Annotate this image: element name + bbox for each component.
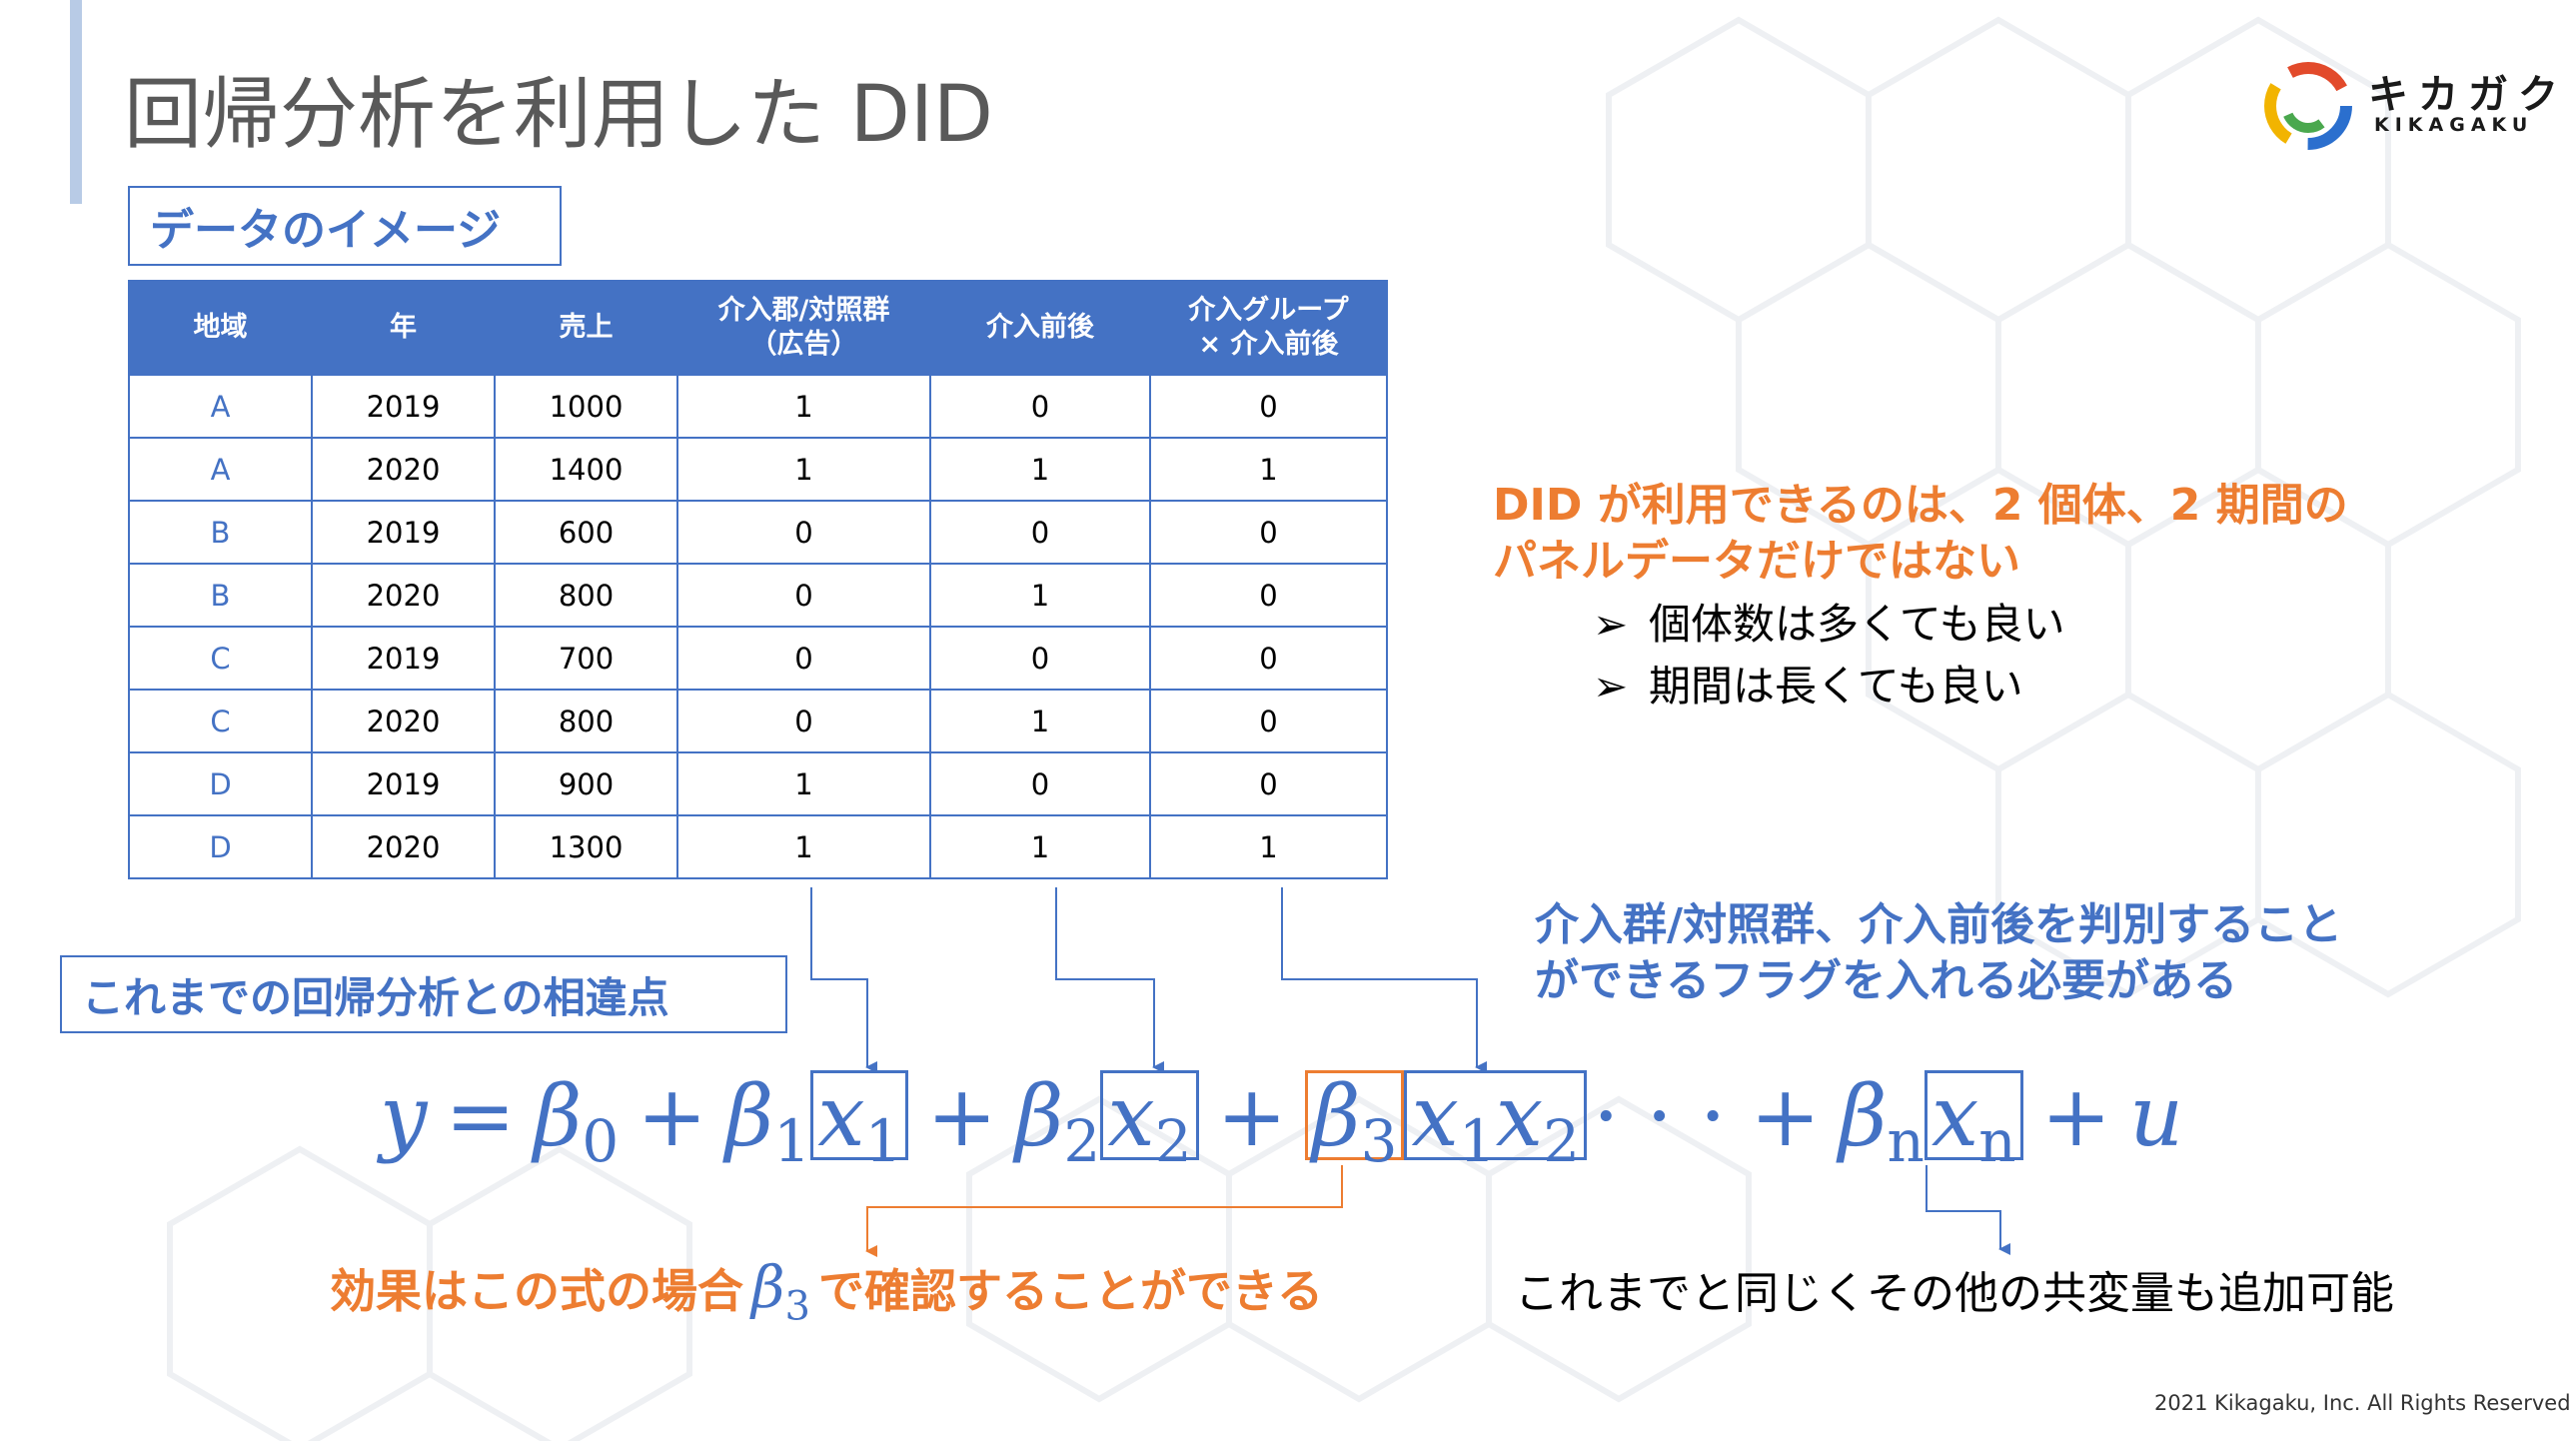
- table-cell: 1400: [494, 437, 678, 502]
- table-cell: 2020: [311, 437, 496, 502]
- table-cell: 2020: [311, 563, 496, 628]
- table-cell: 0: [676, 626, 931, 691]
- table-header-row: 地域 年 売上 介入郡/対照群 （広告） 介入前後 介入グループ × 介入前後: [128, 280, 1388, 376]
- covariate-note: これまでと同じくその他の共変量も追加可能: [1515, 1268, 2394, 1319]
- table-cell: 0: [1149, 626, 1388, 691]
- table-cell: D: [128, 751, 313, 816]
- table-cell: 2020: [311, 814, 496, 879]
- table-row: B 2019 600 0 0 0: [128, 500, 1388, 565]
- table-cell: 1000: [494, 374, 678, 439]
- list-item: ➢ 期間は長くても良い: [1593, 656, 2065, 718]
- table-cell: 0: [1149, 500, 1388, 565]
- slide-title: 回帰分析を利用した DID: [124, 70, 993, 160]
- table-cell: 1: [929, 563, 1151, 628]
- table-cell: 2019: [311, 500, 496, 565]
- flag-note-line-2: ができるフラグを入れる必要がある: [1535, 955, 2238, 1006]
- table-cell: 0: [676, 500, 931, 565]
- copyright-text: 2021 Kikagaku, Inc. All Rights Reserved: [2154, 1391, 2571, 1415]
- table-cell: 1: [676, 437, 931, 502]
- table-row: A 2019 1000 1 0 0: [128, 374, 1388, 439]
- table-cell: 2019: [311, 374, 496, 439]
- header-sales: 売上: [494, 280, 678, 376]
- table-cell: B: [128, 500, 313, 565]
- logo-swirl-icon: [2264, 62, 2352, 150]
- table-cell: 2019: [311, 626, 496, 691]
- beta3-symbol: β3: [751, 1253, 810, 1330]
- table-cell: 1: [929, 814, 1151, 879]
- table-cell: 1: [929, 437, 1151, 502]
- x2-box: x2: [1100, 1070, 1199, 1175]
- logo-text-en: KIKAGAKU: [2374, 114, 2534, 136]
- table-cell: 1300: [494, 814, 678, 879]
- table-cell: 1: [676, 374, 931, 439]
- arrow-bullet-icon: ➢: [1593, 662, 1629, 711]
- table-cell: 1: [929, 689, 1151, 753]
- table-cell: 800: [494, 689, 678, 753]
- table-cell: 1: [676, 814, 931, 879]
- data-image-label: データのイメージ: [128, 186, 562, 266]
- table-cell: 0: [929, 626, 1151, 691]
- table-cell: 2019: [311, 751, 496, 816]
- flag-requirement-note: 介入群/対照群、介入前後を判別すること ができるフラグを入れる必要がある: [1535, 897, 2342, 1009]
- kikagaku-logo: キカガク KIKAGAKU: [2262, 56, 2558, 156]
- table-row: C 2020 800 0 1 0: [128, 689, 1388, 753]
- table-cell: 0: [1149, 689, 1388, 753]
- title-accent-bar: [70, 0, 82, 204]
- table-cell: 0: [929, 374, 1151, 439]
- flag-note-line-1: 介入群/対照群、介入前後を判別すること: [1535, 899, 2343, 950]
- table-cell: 1: [1149, 437, 1388, 502]
- table-cell: 800: [494, 563, 678, 628]
- table-cell: C: [128, 626, 313, 691]
- table-row: A 2020 1400 1 1 1: [128, 437, 1388, 502]
- header-pre-post: 介入前後: [929, 280, 1151, 376]
- table-cell: B: [128, 563, 313, 628]
- did-bullet-list: ➢ 個体数は多くても良い ➢ 期間は長くても良い: [1593, 594, 2065, 718]
- did-note-line-2: パネルデータだけではない: [1493, 536, 2020, 587]
- table-cell: A: [128, 437, 313, 502]
- arrow-bullet-icon: ➢: [1593, 600, 1629, 649]
- table-cell: 700: [494, 626, 678, 691]
- x1x2-box: x1x2: [1404, 1070, 1588, 1175]
- effect-note: 効果はこの式の場合 β3 で確認することができる: [330, 1253, 1324, 1330]
- header-interaction: 介入グループ × 介入前後: [1149, 280, 1388, 376]
- table-cell: 0: [1149, 563, 1388, 628]
- table-cell: 0: [1149, 374, 1388, 439]
- table-cell: 900: [494, 751, 678, 816]
- table-cell: 600: [494, 500, 678, 565]
- did-note-line-1: DID が利用できるのは、2 個体、2 期間の: [1493, 480, 2348, 531]
- logo-text-jp: キカガク: [2368, 72, 2568, 118]
- table-row: B 2020 800 0 1 0: [128, 563, 1388, 628]
- table-cell: 0: [929, 751, 1151, 816]
- table-cell: A: [128, 374, 313, 439]
- header-year: 年: [311, 280, 496, 376]
- table-cell: 2020: [311, 689, 496, 753]
- x1-box: x1: [810, 1070, 909, 1175]
- table-cell: 0: [676, 563, 931, 628]
- table-cell: 0: [929, 500, 1151, 565]
- difference-label: これまでの回帰分析との相違点: [60, 955, 787, 1033]
- table-cell: C: [128, 689, 313, 753]
- regression-formula: y = β0 + β1x1 + β2x2 + β3 x1x2 · · · + βnxn + u: [380, 1067, 2184, 1175]
- beta3-box: β3: [1305, 1070, 1405, 1175]
- table-row: D 2019 900 1 0 0: [128, 751, 1388, 816]
- did-applicability-note: DID が利用できるのは、2 個体、2 期間の パネルデータだけではない: [1493, 478, 2348, 590]
- table-cell: 0: [676, 689, 931, 753]
- table-row: C 2019 700 0 0 0: [128, 626, 1388, 691]
- table-row: D 2020 1300 1 1 1: [128, 814, 1388, 879]
- header-region: 地域: [128, 280, 313, 376]
- table-cell: 0: [1149, 751, 1388, 816]
- table-cell: D: [128, 814, 313, 879]
- xn-box: xn: [1924, 1070, 2023, 1175]
- list-item: ➢ 個体数は多くても良い: [1593, 594, 2065, 656]
- table-cell: 1: [676, 751, 931, 816]
- header-treatment-group: 介入郡/対照群 （広告）: [676, 280, 931, 376]
- did-data-table: 地域 年 売上 介入郡/対照群 （広告） 介入前後 介入グループ × 介入前後 …: [128, 280, 1388, 879]
- table-cell: 1: [1149, 814, 1388, 879]
